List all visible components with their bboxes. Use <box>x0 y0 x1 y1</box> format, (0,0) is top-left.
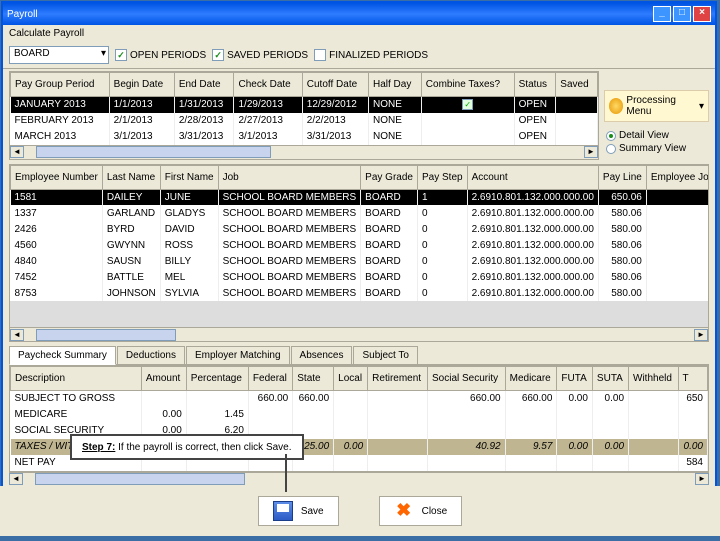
period-row[interactable]: FEBRUARY 20132/1/20132/28/20132/27/20132… <box>11 113 598 129</box>
bottom-buttons: Save ✖ Close <box>0 486 720 536</box>
filter-toolbar: BOARD ✓OPEN PERIODS ✓SAVED PERIODS FINAL… <box>3 42 715 69</box>
upper-area: BOARD ✓OPEN PERIODS ✓SAVED PERIODS FINAL… <box>3 42 715 162</box>
employee-row[interactable]: 8753JOHNSONSYLVIASCHOOL BOARD MEMBERSBOA… <box>11 285 710 301</box>
tab-absences[interactable]: Absences <box>291 346 353 364</box>
close-window-button[interactable]: × <box>693 6 711 22</box>
col-cutoff[interactable]: Cutoff Date <box>302 73 368 97</box>
summary-tabs: Paycheck Summary Deductions Employer Mat… <box>9 346 709 365</box>
col-status[interactable]: Status <box>514 73 556 97</box>
period-row[interactable]: JANUARY 20131/1/20131/31/20131/29/201312… <box>11 97 598 113</box>
period-row[interactable]: MARCH 20133/1/20133/31/20133/1/20133/31/… <box>11 129 598 145</box>
periods-header-row: Pay Group Period Begin Date End Date Che… <box>11 73 598 97</box>
titlebar: Payroll _ □ × <box>3 3 715 25</box>
open-periods-label: OPEN PERIODS <box>130 50 206 61</box>
view-radios: Detail View Summary View <box>604 122 709 162</box>
close-icon: ✖ <box>394 501 414 521</box>
summary-row[interactable]: MEDICARE0.001.45 <box>11 407 708 423</box>
col-check[interactable]: Check Date <box>234 73 302 97</box>
saved-periods-checkbox[interactable]: ✓SAVED PERIODS <box>212 49 308 61</box>
callout-text: If the payroll is correct, then click Sa… <box>115 442 291 453</box>
detail-view-radio[interactable]: Detail View <box>606 130 707 141</box>
employee-row[interactable]: 4840SAUSNBILLYSCHOOL BOARD MEMBERSBOARD0… <box>11 253 710 269</box>
employee-row[interactable]: 7452BATTLEMELSCHOOL BOARD MEMBERSBOARD02… <box>11 269 710 285</box>
tab-paycheck[interactable]: Paycheck Summary <box>9 346 116 365</box>
summary-scrollbar[interactable]: ◄► <box>9 472 709 486</box>
employees-grid: Employee Number Last Name First Name Job… <box>9 164 709 343</box>
col-half[interactable]: Half Day <box>368 73 421 97</box>
tab-subject[interactable]: Subject To <box>353 346 418 364</box>
col-end[interactable]: End Date <box>174 73 234 97</box>
col-period[interactable]: Pay Group Period <box>11 73 110 97</box>
finalized-periods-checkbox[interactable]: FINALIZED PERIODS <box>314 49 428 61</box>
periods-grid: Pay Group Period Begin Date End Date Che… <box>9 71 599 160</box>
col-combine[interactable]: Combine Taxes? <box>421 73 514 97</box>
callout-step: Step 7: <box>82 442 115 453</box>
gear-icon <box>609 98 623 114</box>
minimize-button[interactable]: _ <box>653 6 671 22</box>
employees-scrollbar[interactable]: ◄► <box>10 327 708 341</box>
side-options: Processing Menu ▾ Detail View Summary Vi… <box>604 90 709 162</box>
saved-periods-label: SAVED PERIODS <box>227 50 308 61</box>
callout-connector <box>285 454 287 492</box>
col-saved[interactable]: Saved <box>556 73 598 97</box>
periods-scrollbar[interactable]: ◄► <box>10 145 598 159</box>
summary-row[interactable]: SUBJECT TO GROSS660.00660.00660.00660.00… <box>11 391 708 407</box>
summary-view-radio[interactable]: Summary View <box>606 143 707 154</box>
employees-header-row: Employee Number Last Name First Name Job… <box>11 165 710 189</box>
summary-header-row: Description Amount Percentage Federal St… <box>11 367 708 391</box>
employee-row[interactable]: 1337GARLANDGLADYSSCHOOL BOARD MEMBERSBOA… <box>11 205 710 221</box>
processing-label: Processing Menu <box>626 95 696 117</box>
save-icon <box>273 501 293 521</box>
save-button[interactable]: Save <box>258 496 339 526</box>
employee-row[interactable]: 4560GWYNNROSSSCHOOL BOARD MEMBERSBOARD02… <box>11 237 710 253</box>
col-begin[interactable]: Begin Date <box>109 73 174 97</box>
window-controls: _ □ × <box>653 6 711 22</box>
employee-row[interactable]: 1581DAILEYJUNESCHOOL BOARD MEMBERSBOARD1… <box>11 189 710 205</box>
employee-row[interactable]: 2426BYRDDAVIDSCHOOL BOARD MEMBERSBOARD02… <box>11 221 710 237</box>
window-title: Payroll <box>7 9 38 20</box>
processing-menu[interactable]: Processing Menu ▾ <box>604 90 709 122</box>
finalized-periods-label: FINALIZED PERIODS <box>329 50 428 61</box>
menu-calculate[interactable]: Calculate Payroll <box>9 28 84 39</box>
open-periods-checkbox[interactable]: ✓OPEN PERIODS <box>115 49 206 61</box>
tab-matching[interactable]: Employer Matching <box>186 346 290 364</box>
maximize-button[interactable]: □ <box>673 6 691 22</box>
instruction-callout: Step 7: If the payroll is correct, then … <box>70 434 304 460</box>
tab-deductions[interactable]: Deductions <box>117 346 185 364</box>
board-dropdown[interactable]: BOARD <box>9 46 109 64</box>
menubar: Calculate Payroll <box>3 25 715 42</box>
close-button[interactable]: ✖ Close <box>379 496 463 526</box>
